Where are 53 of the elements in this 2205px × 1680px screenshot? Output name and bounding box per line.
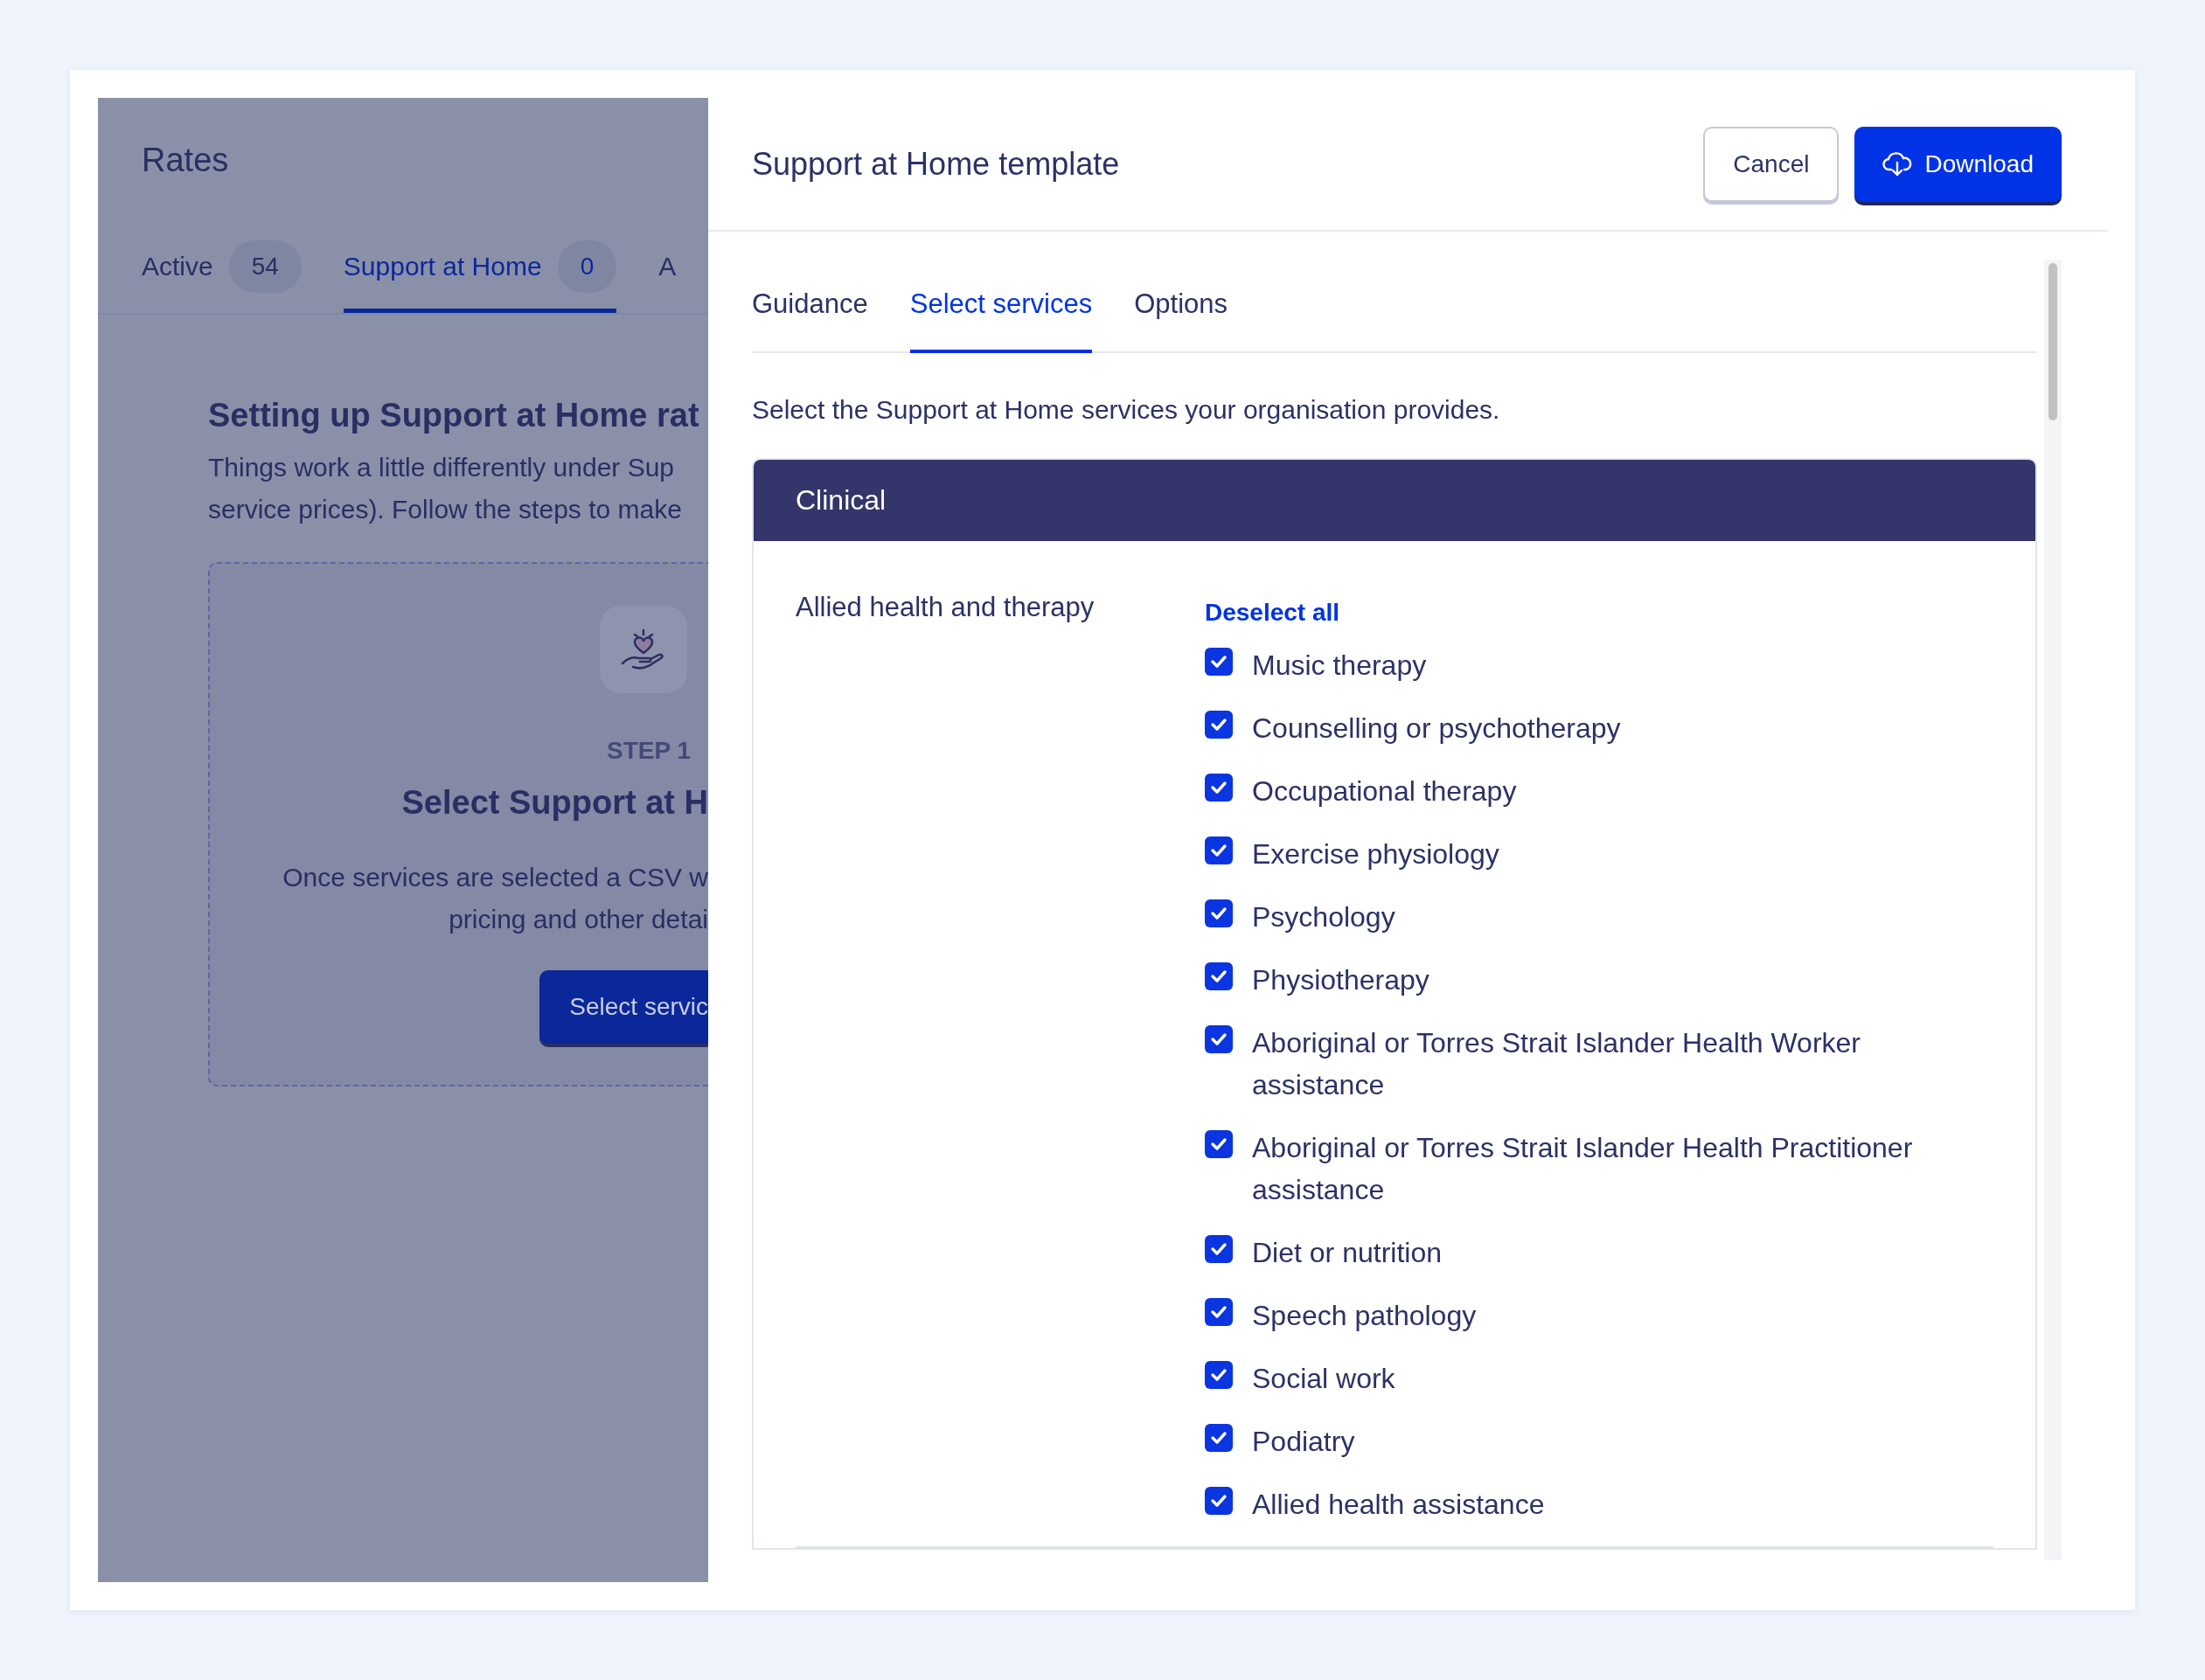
checkbox[interactable] — [1205, 962, 1233, 990]
scrollbar[interactable] — [2044, 260, 2062, 1560]
service-label: Podiatry — [1252, 1425, 1355, 1459]
service-label: Counselling or psychotherapy — [1252, 712, 1621, 746]
checkbox[interactable] — [1205, 1025, 1233, 1053]
page-title: Rates — [141, 141, 230, 179]
service-label: Occupational therapy — [1252, 774, 1517, 809]
checkbox[interactable] — [1205, 648, 1233, 676]
step-description: Once services are selected a CSV w — [282, 862, 708, 893]
drawer-title: Support at Home template — [752, 145, 1120, 183]
checkbox[interactable] — [1205, 711, 1233, 739]
service-label: Physiotherapy — [1252, 963, 1429, 997]
step-description: pricing and other detai — [449, 904, 708, 935]
checkbox[interactable] — [1205, 899, 1233, 927]
checkbox[interactable] — [1205, 1424, 1233, 1452]
checkbox[interactable] — [1205, 774, 1233, 802]
service-label: Aboriginal or Torres Strait Islander Health Practitioner assistance — [1252, 1131, 1914, 1207]
tab[interactable]: Active 54 — [142, 240, 302, 313]
tab-label: Active — [142, 252, 213, 281]
tab-label: A — [658, 252, 677, 281]
tab[interactable]: Guidance — [752, 260, 868, 353]
checkbox[interactable] — [1205, 1298, 1233, 1326]
section-heading: Setting up Support at Home rat — [208, 397, 700, 434]
count-badge: 54 — [228, 240, 302, 293]
cancel-button[interactable]: Cancel — [1703, 126, 1840, 202]
tab[interactable]: Options — [1134, 260, 1228, 353]
section-header: Clinical — [754, 460, 2035, 541]
group-label: Allied health and therapy — [796, 591, 1096, 624]
service-label: Music therapy — [1252, 649, 1427, 683]
tab[interactable]: Support at Home 0 — [343, 240, 617, 313]
tab-label: Support at Home — [343, 252, 542, 281]
tab[interactable]: Select services — [909, 260, 1093, 353]
instruction-text: Select the Support at Home services your organisation provides. — [752, 395, 1501, 425]
cloud-download-icon — [1882, 150, 1913, 177]
intro-text: Things work a little differently under Sup — [208, 452, 676, 483]
checkbox[interactable] — [1205, 1487, 1233, 1515]
service-label: Diet or nutrition — [1252, 1236, 1442, 1270]
service-label: Speech pathology — [1252, 1299, 1477, 1333]
checkbox[interactable] — [1205, 1235, 1233, 1263]
service-label: Aboriginal or Torres Strait Islander Health Worker assistance — [1252, 1026, 1861, 1102]
service-label: Allied health assistance — [1252, 1488, 1545, 1522]
intro-text: service prices). Follow the steps to make — [208, 494, 683, 525]
service-label: Social work — [1252, 1362, 1395, 1396]
checkbox[interactable] — [1205, 1361, 1233, 1389]
checkbox[interactable] — [1205, 837, 1233, 864]
deselect-all-link[interactable]: Deselect all — [1205, 583, 1992, 627]
count-badge: 0 — [557, 240, 617, 293]
step-label: STEP 1 — [607, 737, 691, 765]
checkbox[interactable] — [1205, 1130, 1233, 1158]
service-label: Psychology — [1252, 900, 1395, 934]
tab[interactable]: A — [658, 240, 677, 313]
service-label: Exercise physiology — [1252, 837, 1499, 871]
step-title: Select Support at H — [401, 784, 708, 822]
